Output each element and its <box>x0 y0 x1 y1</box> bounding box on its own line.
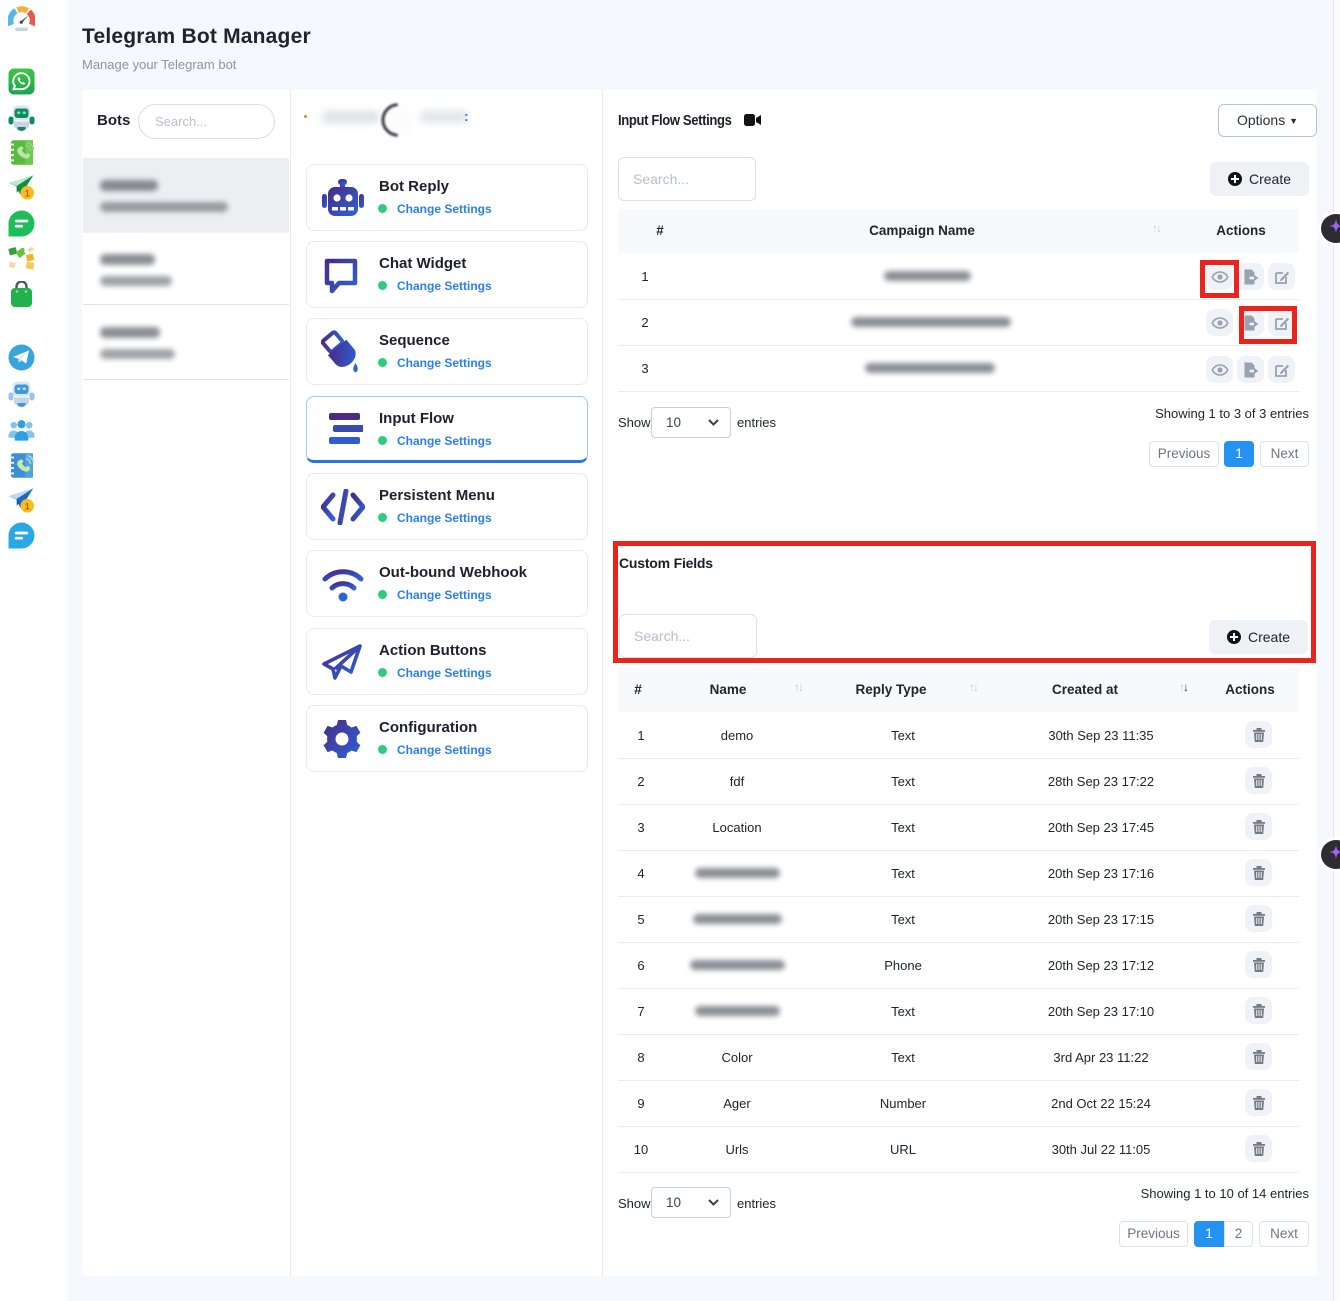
svg-text:1: 1 <box>25 189 30 199</box>
svg-text:1: 1 <box>25 502 30 512</box>
